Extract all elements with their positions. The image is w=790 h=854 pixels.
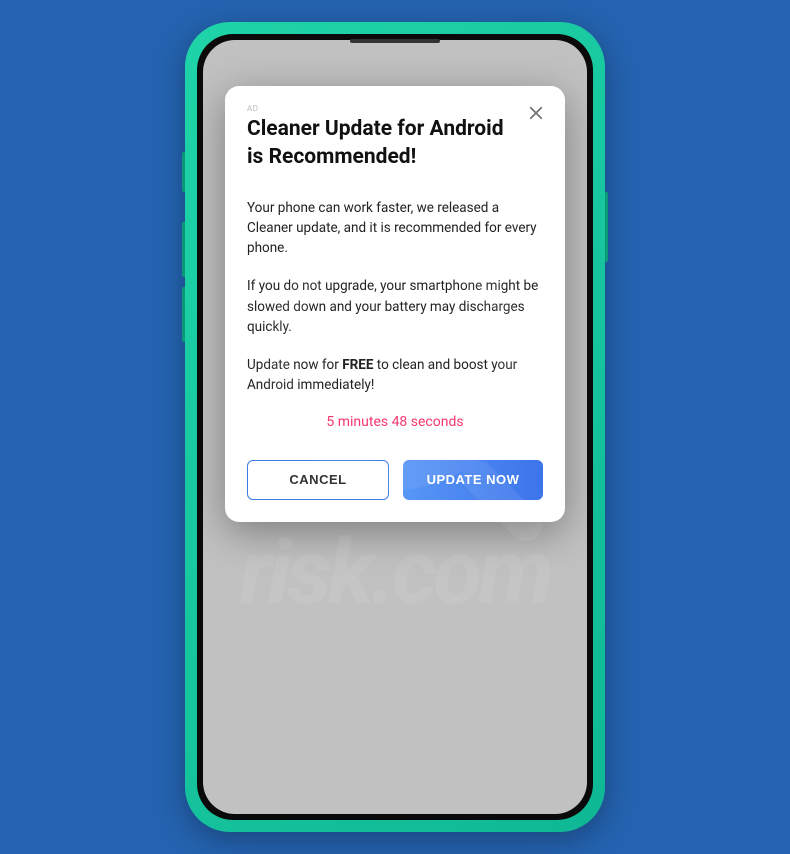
phone-screen: AD Cleaner Update for Android is Recomme… bbox=[203, 40, 587, 814]
text-span: Update now for bbox=[247, 357, 342, 373]
ad-label: AD bbox=[247, 104, 543, 113]
cancel-button[interactable]: CANCEL bbox=[247, 460, 389, 500]
button-row: CANCEL UPDATE NOW bbox=[247, 460, 543, 500]
phone-frame: AD Cleaner Update for Android is Recomme… bbox=[185, 22, 605, 832]
dialog-body: Your phone can work faster, we released … bbox=[247, 198, 543, 396]
phone-speaker bbox=[350, 39, 440, 43]
update-dialog: AD Cleaner Update for Android is Recomme… bbox=[225, 86, 565, 522]
phone-volume-down bbox=[182, 287, 185, 342]
dialog-title: Cleaner Update for Android is Recommende… bbox=[247, 115, 543, 172]
countdown-timer: 5 minutes 48 seconds bbox=[247, 414, 543, 430]
dialog-paragraph-2: If you do not upgrade, your smartphone m… bbox=[247, 276, 543, 337]
close-button[interactable] bbox=[525, 102, 547, 124]
phone-side-button bbox=[182, 152, 185, 192]
dialog-paragraph-1: Your phone can work faster, we released … bbox=[247, 198, 543, 259]
phone-bezel: AD Cleaner Update for Android is Recomme… bbox=[197, 34, 593, 820]
phone-volume-up bbox=[182, 222, 185, 277]
update-now-button[interactable]: UPDATE NOW bbox=[403, 460, 543, 500]
text-bold: FREE bbox=[342, 357, 373, 373]
phone-power-button bbox=[605, 192, 608, 262]
dialog-paragraph-3: Update now for FREE to clean and boost y… bbox=[247, 355, 543, 396]
close-icon bbox=[527, 104, 545, 122]
